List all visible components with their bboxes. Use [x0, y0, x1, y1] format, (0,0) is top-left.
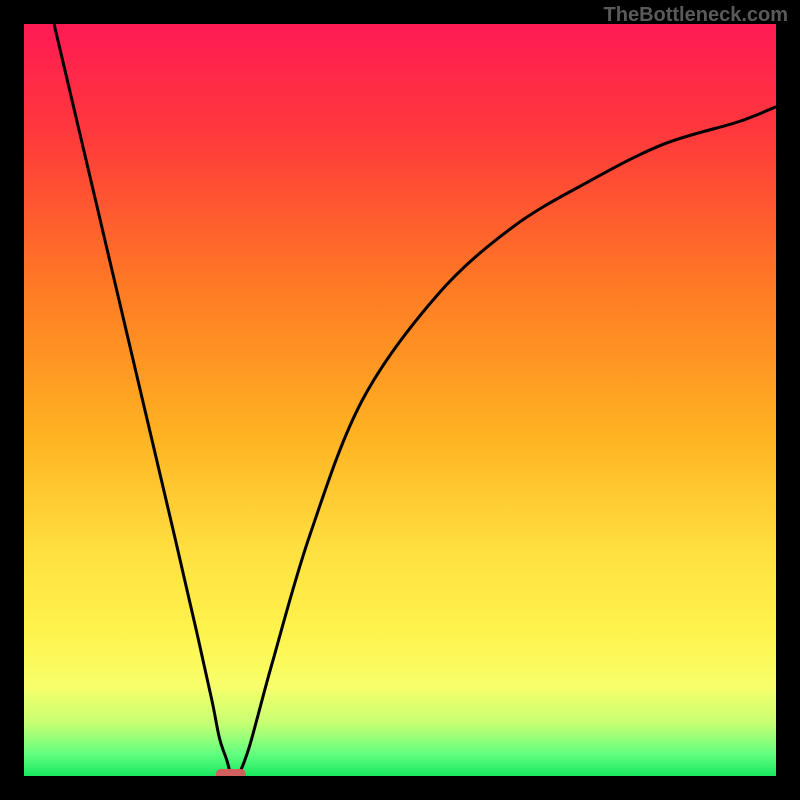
gradient-chart	[24, 24, 776, 776]
chart-frame	[24, 24, 776, 776]
watermark: TheBottleneck.com	[604, 4, 788, 27]
bottleneck-marker	[216, 769, 246, 776]
gradient-background	[24, 24, 776, 776]
